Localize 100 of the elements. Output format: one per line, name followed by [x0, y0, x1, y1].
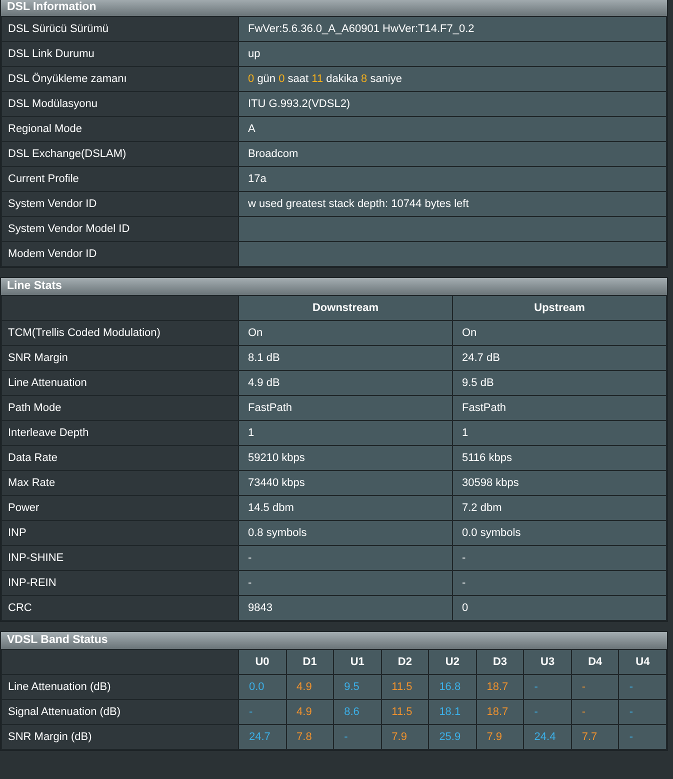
column-header: U2	[428, 650, 476, 674]
table-cell: up	[238, 42, 666, 66]
table-cell: 9843	[238, 596, 452, 620]
table-cell: -	[618, 700, 666, 724]
row-label: DSL Önyükleme zamanı	[2, 66, 238, 92]
table-cell: -	[618, 674, 666, 700]
row-label: System Vendor ID	[2, 192, 238, 216]
table-cell: 1	[452, 420, 666, 446]
table-cell: -	[524, 700, 572, 724]
row-label: INP	[2, 520, 238, 546]
uptime-unit: gün	[257, 73, 276, 85]
table-cell: 24.7 dB	[452, 346, 666, 370]
row-label: Power	[2, 496, 238, 520]
table-cell: 18.7	[476, 674, 524, 700]
table-cell: 8.6	[334, 700, 382, 724]
column-header: U3	[524, 650, 572, 674]
table-cell: 30598 kbps	[452, 470, 666, 496]
table-cell: 4.9 dB	[238, 370, 452, 396]
table-cell: 7.8	[286, 724, 334, 750]
table-cell: FwVer:5.6.36.0_A_A60901 HwVer:T14.F7_0.2	[238, 16, 666, 42]
uptime-unit: saniye	[370, 73, 402, 85]
table-cell: 11.5	[381, 700, 429, 724]
row-label: Signal Attenuation (dB)	[2, 700, 238, 724]
table-cell: -	[334, 724, 382, 750]
table-cell: 25.9	[428, 724, 476, 750]
table-cell: A	[238, 116, 666, 142]
section-header: Line Stats	[1, 278, 667, 295]
table-cell: 9.5	[334, 674, 382, 700]
row-label: INP-SHINE	[2, 546, 238, 570]
table-cell: 0.0 symbols	[452, 520, 666, 546]
table-cell: -	[238, 700, 286, 724]
column-header: D1	[286, 650, 334, 674]
table-cell: 18.1	[428, 700, 476, 724]
table-cell: 7.7	[571, 724, 619, 750]
section-header: VDSL Band Status	[1, 632, 667, 649]
row-label: DSL Sürücü Sürümü	[2, 16, 238, 42]
row-label: DSL Link Durumu	[2, 42, 238, 66]
table-cell: 8.1 dB	[238, 346, 452, 370]
uptime-number: 8	[361, 73, 368, 85]
column-header: D2	[381, 650, 429, 674]
table-cell: On	[238, 320, 452, 346]
uptime-number: 0	[248, 73, 254, 85]
table-cell: 16.8	[428, 674, 476, 700]
table-cell: 18.7	[476, 700, 524, 724]
row-label: DSL Modülasyonu	[2, 92, 238, 116]
table-cell: -	[571, 674, 619, 700]
table-cell: 0.0	[238, 674, 286, 700]
table-cell: 0.8 symbols	[238, 520, 452, 546]
table-cell: -	[238, 546, 452, 570]
column-header: Upstream	[452, 296, 666, 320]
row-label: System Vendor Model ID	[2, 216, 238, 242]
table-cell: 5116 kbps	[452, 446, 666, 470]
column-header: U4	[618, 650, 666, 674]
table-cell: -	[571, 700, 619, 724]
row-label: Regional Mode	[2, 116, 238, 142]
table-cell: 4.9	[286, 700, 334, 724]
table-cell: w used greatest stack depth: 10744 bytes left	[238, 192, 666, 216]
table-cell: 17a	[238, 166, 666, 192]
table-cell: Broadcom	[238, 142, 666, 166]
row-label: Modem Vendor ID	[2, 242, 238, 266]
row-label: SNR Margin (dB)	[2, 724, 238, 750]
column-header: U1	[334, 650, 382, 674]
row-label: Interleave Depth	[2, 420, 238, 446]
section-header: DSL Information	[1, 0, 667, 16]
table-cell: FastPath	[238, 396, 452, 420]
table-cell: 24.7	[238, 724, 286, 750]
table-cell: 24.4	[524, 724, 572, 750]
column-header: U0	[238, 650, 286, 674]
column-header: Downstream	[238, 296, 452, 320]
table-cell: 11.5	[381, 674, 429, 700]
table-cell: 7.9	[381, 724, 429, 750]
table-cell: FastPath	[452, 396, 666, 420]
row-label: TCM(Trellis Coded Modulation)	[2, 320, 238, 346]
table-cell: 7.9	[476, 724, 524, 750]
column-header: D3	[476, 650, 524, 674]
column-header: D4	[571, 650, 619, 674]
table-cell: -	[524, 674, 572, 700]
table-cell: 59210 kbps	[238, 446, 452, 470]
uptime-number: 11	[312, 73, 324, 85]
row-label: SNR Margin	[2, 346, 238, 370]
row-label: CRC	[2, 596, 238, 620]
table-cell: -	[452, 546, 666, 570]
table-cell: 1	[238, 420, 452, 446]
table-cell: 73440 kbps	[238, 470, 452, 496]
row-label: Data Rate	[2, 446, 238, 470]
row-label: Path Mode	[2, 396, 238, 420]
row-label: Current Profile	[2, 166, 238, 192]
row-label: INP-REIN	[2, 570, 238, 596]
table-cell: 9.5 dB	[452, 370, 666, 396]
table-cell: 4.9	[286, 674, 334, 700]
table-cell: On	[452, 320, 666, 346]
table-cell: -	[238, 570, 452, 596]
row-label: Line Attenuation	[2, 370, 238, 396]
row-label: DSL Exchange(DSLAM)	[2, 142, 238, 166]
uptime-number: 0	[278, 73, 285, 85]
row-label: Line Attenuation (dB)	[2, 674, 238, 700]
uptime-unit: dakika	[326, 73, 358, 85]
table-cell: -	[618, 724, 666, 750]
table-cell: 14.5 dbm	[238, 496, 452, 520]
table-cell: ITU G.993.2(VDSL2)	[238, 92, 666, 116]
